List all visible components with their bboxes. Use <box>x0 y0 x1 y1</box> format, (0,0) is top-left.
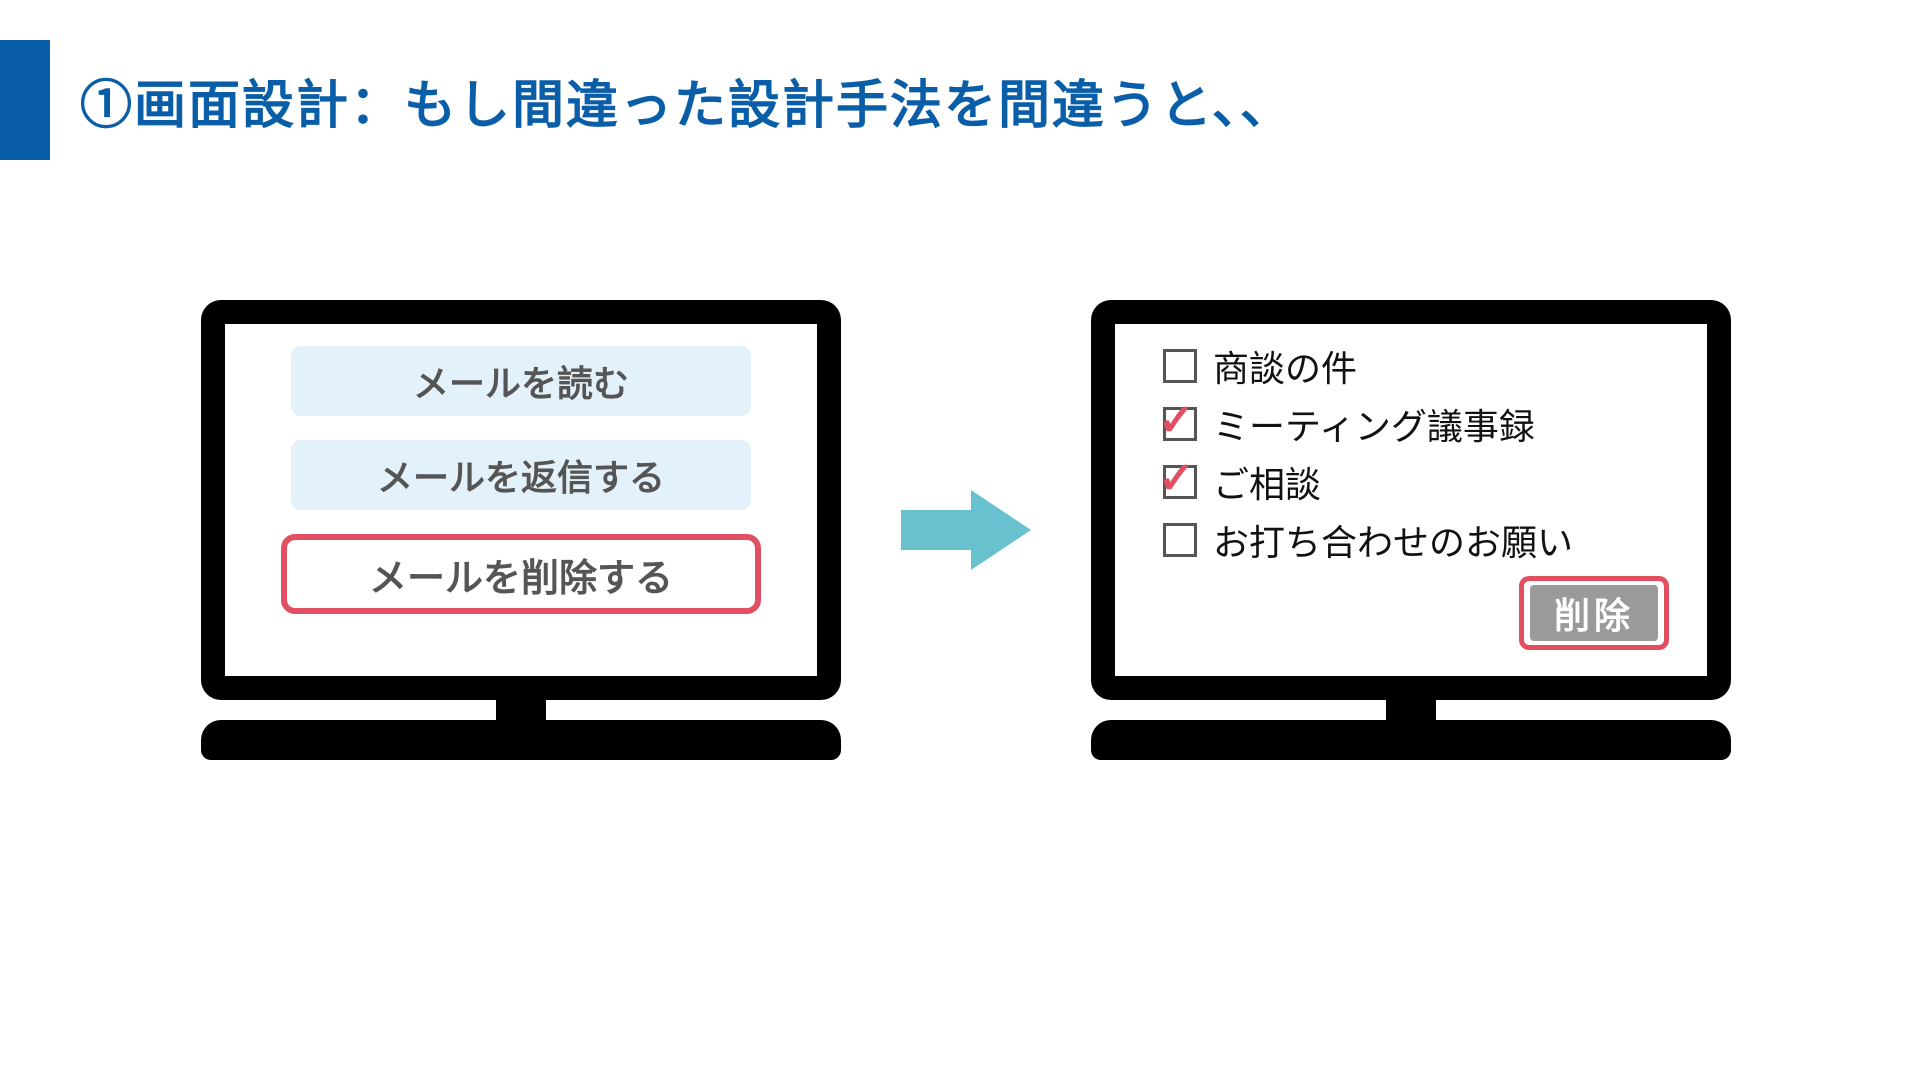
list-item-label: ご相談 <box>1213 456 1321 508</box>
checkbox-icon[interactable] <box>1163 523 1197 557</box>
monitor-right: 商談の件 ✓ ミーティング議事録 ✓ ご相談お打ち合わせのお願い削除 <box>1091 300 1731 760</box>
monitor-right-screen: 商談の件 ✓ ミーティング議事録 ✓ ご相談お打ち合わせのお願い削除 <box>1091 300 1731 700</box>
mail-delete-label: メールを削除する <box>369 547 673 602</box>
checkbox-icon[interactable]: ✓ <box>1163 407 1197 441</box>
check-mark-icon: ✓ <box>1158 462 1195 496</box>
checkbox-icon[interactable] <box>1163 349 1197 383</box>
list-item[interactable]: ✓ ご相談 <box>1163 454 1669 510</box>
monitor-left: メールを読む メールを返信する メールを削除する <box>201 300 841 760</box>
delete-button[interactable]: 削除 <box>1519 576 1669 650</box>
monitor-stand-base <box>1091 720 1731 760</box>
diagram-content: メールを読む メールを返信する メールを削除する 商談の件✓ミーティング議事録✓… <box>0 300 1932 760</box>
slide-title-block: ①画面設計：もし間違った設計手法を間違うと、、 <box>0 0 1932 160</box>
list-item-label: ミーティング議事録 <box>1213 398 1535 450</box>
mail-reply-button[interactable]: メールを返信する <box>291 440 751 510</box>
monitor-stand-base <box>201 720 841 760</box>
monitor-left-screen: メールを読む メールを返信する メールを削除する <box>201 300 841 700</box>
arrow-icon <box>901 490 1031 570</box>
slide-title: ①画面設計：もし間違った設計手法を間違うと、、 <box>80 63 1294 138</box>
list-item-label: 商談の件 <box>1213 340 1357 392</box>
mail-read-label: メールを読む <box>413 355 629 407</box>
delete-button-wrap: 削除 <box>1163 576 1669 650</box>
mail-reply-label: メールを返信する <box>377 449 665 501</box>
title-accent-bar <box>0 40 50 160</box>
checkbox-icon[interactable]: ✓ <box>1163 465 1197 499</box>
mail-delete-button[interactable]: メールを削除する <box>281 534 761 614</box>
delete-button-label: 削除 <box>1530 585 1658 641</box>
check-mark-icon: ✓ <box>1158 404 1195 438</box>
list-item[interactable]: お打ち合わせのお願い <box>1163 512 1669 568</box>
mail-read-button[interactable]: メールを読む <box>291 346 751 416</box>
list-item-label: お打ち合わせのお願い <box>1213 514 1573 566</box>
list-item[interactable]: ✓ ミーティング議事録 <box>1163 396 1669 452</box>
list-item[interactable]: 商談の件 <box>1163 338 1669 394</box>
